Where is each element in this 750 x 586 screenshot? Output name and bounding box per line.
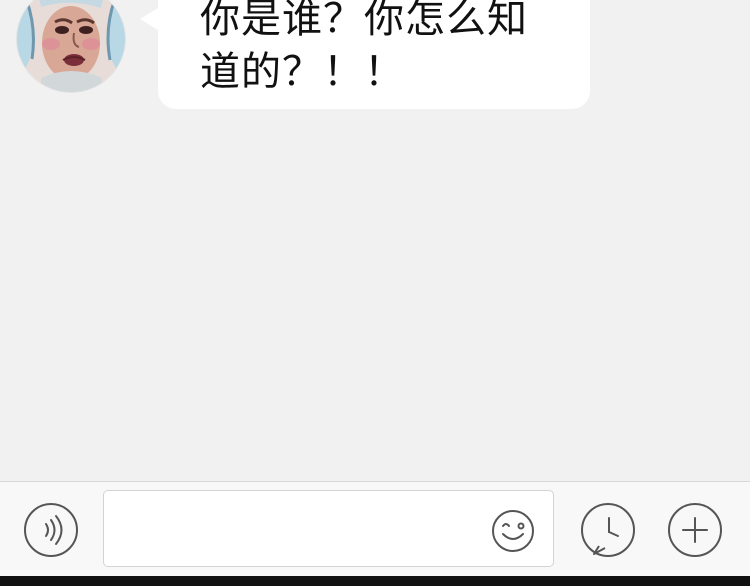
incoming-message-bubble: 你是谁？你怎么知 道的？！！ xyxy=(158,0,590,109)
incoming-message-row: 你是谁？你怎么知 道的？！！ xyxy=(0,0,750,120)
voice-button[interactable] xyxy=(24,503,78,557)
clock-icon xyxy=(583,505,633,559)
voice-icon xyxy=(26,505,76,555)
message-input[interactable] xyxy=(103,490,554,567)
bottom-strip xyxy=(0,576,750,586)
emoji-button[interactable] xyxy=(491,509,535,553)
chat-input-bar xyxy=(0,481,750,576)
avatar-portrait xyxy=(17,0,125,92)
clock-button[interactable] xyxy=(581,503,635,557)
plus-icon xyxy=(670,505,720,555)
chat-area: 你是谁？你怎么知 道的？！！ xyxy=(0,0,750,481)
message-bubble-tail xyxy=(140,8,158,30)
add-button[interactable] xyxy=(668,503,722,557)
smile-icon xyxy=(491,509,535,553)
avatar xyxy=(17,0,125,92)
